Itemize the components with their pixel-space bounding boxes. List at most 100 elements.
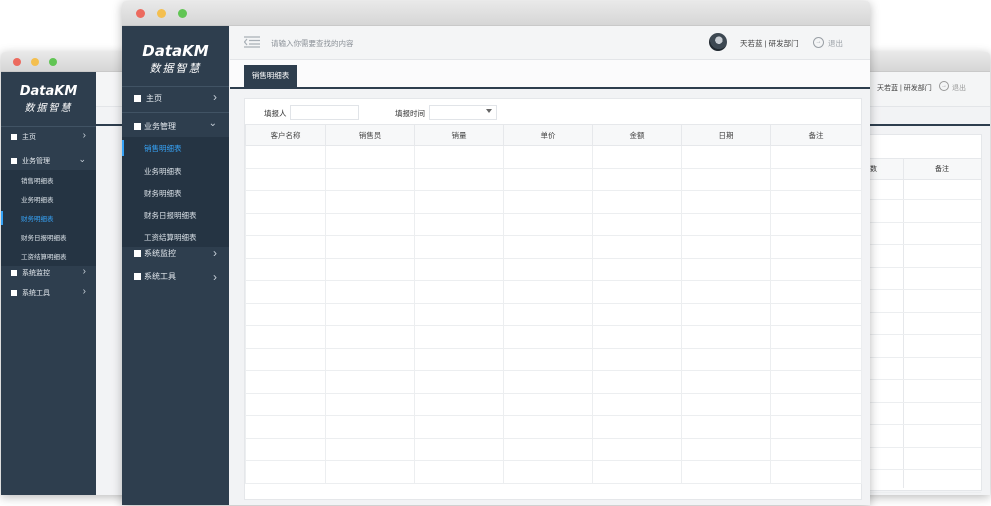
table-cell [503, 370, 593, 394]
front-nav-monitor[interactable]: 系统监控 › [122, 246, 229, 264]
back-submenu-item-1[interactable]: 业务明细表 [1, 192, 96, 206]
table-cell [414, 167, 504, 191]
table-cell [592, 415, 682, 439]
table-row[interactable] [245, 167, 862, 191]
logout-icon[interactable]: → [813, 37, 824, 48]
table-cell [770, 347, 862, 371]
back-table-row [864, 401, 981, 403]
table-cell [325, 325, 415, 349]
front-nav-tools[interactable]: 系统工具 › [122, 270, 229, 288]
table-cell [681, 370, 771, 394]
logo-text: DataKM [19, 84, 78, 99]
tab-sales-detail[interactable]: 销售明细表 [244, 65, 297, 87]
table-cell [681, 280, 771, 304]
logout-icon[interactable]: → [939, 81, 949, 91]
square-icon [11, 158, 17, 164]
back-table-panel: 数 备注 [863, 134, 982, 493]
table-row[interactable] [245, 145, 862, 169]
chevron-right-icon: › [82, 266, 86, 277]
table-cell [325, 167, 415, 191]
back-table-row [864, 266, 981, 268]
logout-button[interactable]: 退出 [828, 38, 843, 49]
front-nav-home[interactable]: 主页 › [122, 90, 229, 108]
table-row[interactable] [245, 392, 862, 416]
front-submenu-item-3[interactable]: 财务日报明细表 [122, 207, 229, 223]
table-cell [414, 302, 504, 326]
back-submenu: 销售明细表 业务明细表 财务明细表 财务日报明细表 工资结算明细表 [1, 170, 96, 266]
column-header-salesperson[interactable]: 销售员 [325, 124, 415, 146]
column-header-remarks[interactable]: 备注 [770, 124, 862, 146]
minimize-window-button[interactable] [31, 58, 39, 66]
table-cell [245, 212, 326, 236]
table-row[interactable] [245, 212, 862, 236]
front-submenu-item-2[interactable]: 财务明细表 [122, 185, 229, 201]
back-logout-button[interactable]: 退出 [952, 83, 966, 93]
back-nav-tools[interactable]: 系统工具 › [1, 286, 96, 302]
table-cell [325, 415, 415, 439]
table-row[interactable] [245, 370, 862, 394]
column-header-unit-price[interactable]: 单价 [503, 124, 593, 146]
table-cell [503, 347, 593, 371]
column-header-customer[interactable]: 客户名称 [245, 124, 326, 146]
minimize-window-button[interactable] [157, 9, 166, 18]
table-cell [503, 392, 593, 416]
table-cell [503, 325, 593, 349]
back-nav-home[interactable]: 主页 › [1, 130, 96, 146]
table-cell [592, 392, 682, 416]
table-row[interactable] [245, 302, 862, 326]
table-cell [414, 370, 504, 394]
table-cell [245, 257, 326, 281]
avatar[interactable] [709, 33, 727, 51]
table-cell [325, 392, 415, 416]
table-cell [681, 257, 771, 281]
maximize-window-button[interactable] [49, 58, 57, 66]
table-cell [592, 347, 682, 371]
front-submenu-item-0[interactable]: 销售明细表 [122, 140, 229, 156]
front-submenu-item-1[interactable]: 业务明细表 [122, 163, 229, 179]
column-header-date[interactable]: 日期 [681, 124, 771, 146]
logo-subtitle: 数据智慧 [149, 63, 202, 75]
table-cell [770, 145, 862, 169]
back-nav-business[interactable]: 业务管理 ⌄ [1, 154, 96, 170]
table-cell [770, 437, 862, 461]
table-cell [681, 325, 771, 349]
back-submenu-item-0[interactable]: 销售明细表 [1, 173, 96, 187]
table-row[interactable] [245, 437, 862, 461]
column-header-amount[interactable]: 金额 [592, 124, 682, 146]
back-table-row [864, 334, 981, 335]
menu-toggle-icon[interactable] [243, 36, 260, 48]
table-row[interactable] [245, 347, 862, 371]
back-nav-monitor[interactable]: 系统监控 › [1, 266, 96, 282]
back-submenu-item-4[interactable]: 工资结算明细表 [1, 249, 96, 263]
back-table-row [864, 244, 981, 245]
table-row[interactable] [245, 235, 862, 259]
front-nav-business[interactable]: 业务管理 ⌄ [122, 118, 229, 136]
maximize-window-button[interactable] [178, 9, 187, 18]
back-table-row [864, 446, 981, 448]
table-row[interactable] [245, 460, 862, 484]
table-cell [245, 280, 326, 304]
front-logo: DataKM 数据智慧 [122, 42, 229, 76]
back-submenu-item-2[interactable]: 财务明细表 [1, 211, 96, 225]
reporter-input[interactable] [290, 105, 359, 120]
column-header-quantity[interactable]: 销量 [414, 124, 504, 146]
close-window-button[interactable] [136, 9, 145, 18]
table-cell [503, 280, 593, 304]
table-cell [681, 437, 771, 461]
tab-bar: 销售明细表 [230, 60, 870, 89]
date-select[interactable] [429, 105, 497, 120]
table-cell [770, 167, 862, 191]
table-row[interactable] [245, 257, 862, 281]
back-submenu-item-3[interactable]: 财务日报明细表 [1, 230, 96, 244]
back-table-row [864, 311, 981, 313]
search-input[interactable]: 请输入你需要查找的内容 [271, 38, 354, 49]
table-row[interactable] [245, 280, 862, 304]
table-cell [245, 347, 326, 371]
table-row[interactable] [245, 415, 862, 439]
front-submenu-item-4[interactable]: 工资结算明细表 [122, 229, 229, 245]
table-cell [414, 257, 504, 281]
close-window-button[interactable] [13, 58, 21, 66]
table-row[interactable] [245, 190, 862, 214]
table-cell [503, 145, 593, 169]
table-row[interactable] [245, 325, 862, 349]
